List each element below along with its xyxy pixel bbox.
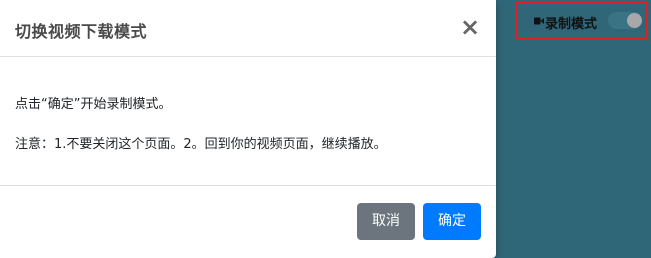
cancel-button[interactable]: 取消 xyxy=(357,203,415,240)
notice-text: 注意：1.不要关闭这个页面。2。回到你的视频页面，继续播放。 xyxy=(15,137,387,152)
dialog-footer: 取消 确定 xyxy=(0,186,496,256)
instruction-text: 点击“确定”开始录制模式。 xyxy=(15,97,172,112)
record-mode-label: 录制模式 xyxy=(545,17,598,32)
record-mode-toggle[interactable] xyxy=(608,12,642,29)
switch-download-mode-dialog: 切换视频下载模式 × 点击“确定”开始录制模式。 注意：1.不要关闭这个页面。2… xyxy=(0,0,496,258)
toggle-knob[interactable] xyxy=(627,13,642,28)
confirm-button[interactable]: 确定 xyxy=(423,203,481,240)
close-icon[interactable]: × xyxy=(458,13,482,41)
dialog-title: 切换视频下载模式 xyxy=(15,22,148,41)
dialog-body: 点击“确定”开始录制模式。 注意：1.不要关闭这个页面。2。回到你的视频页面，继… xyxy=(0,57,496,186)
video-camera-icon xyxy=(534,17,544,25)
dialog-header: 切换视频下载模式 × xyxy=(0,0,496,57)
record-mode-control: 录制模式 xyxy=(515,1,648,39)
